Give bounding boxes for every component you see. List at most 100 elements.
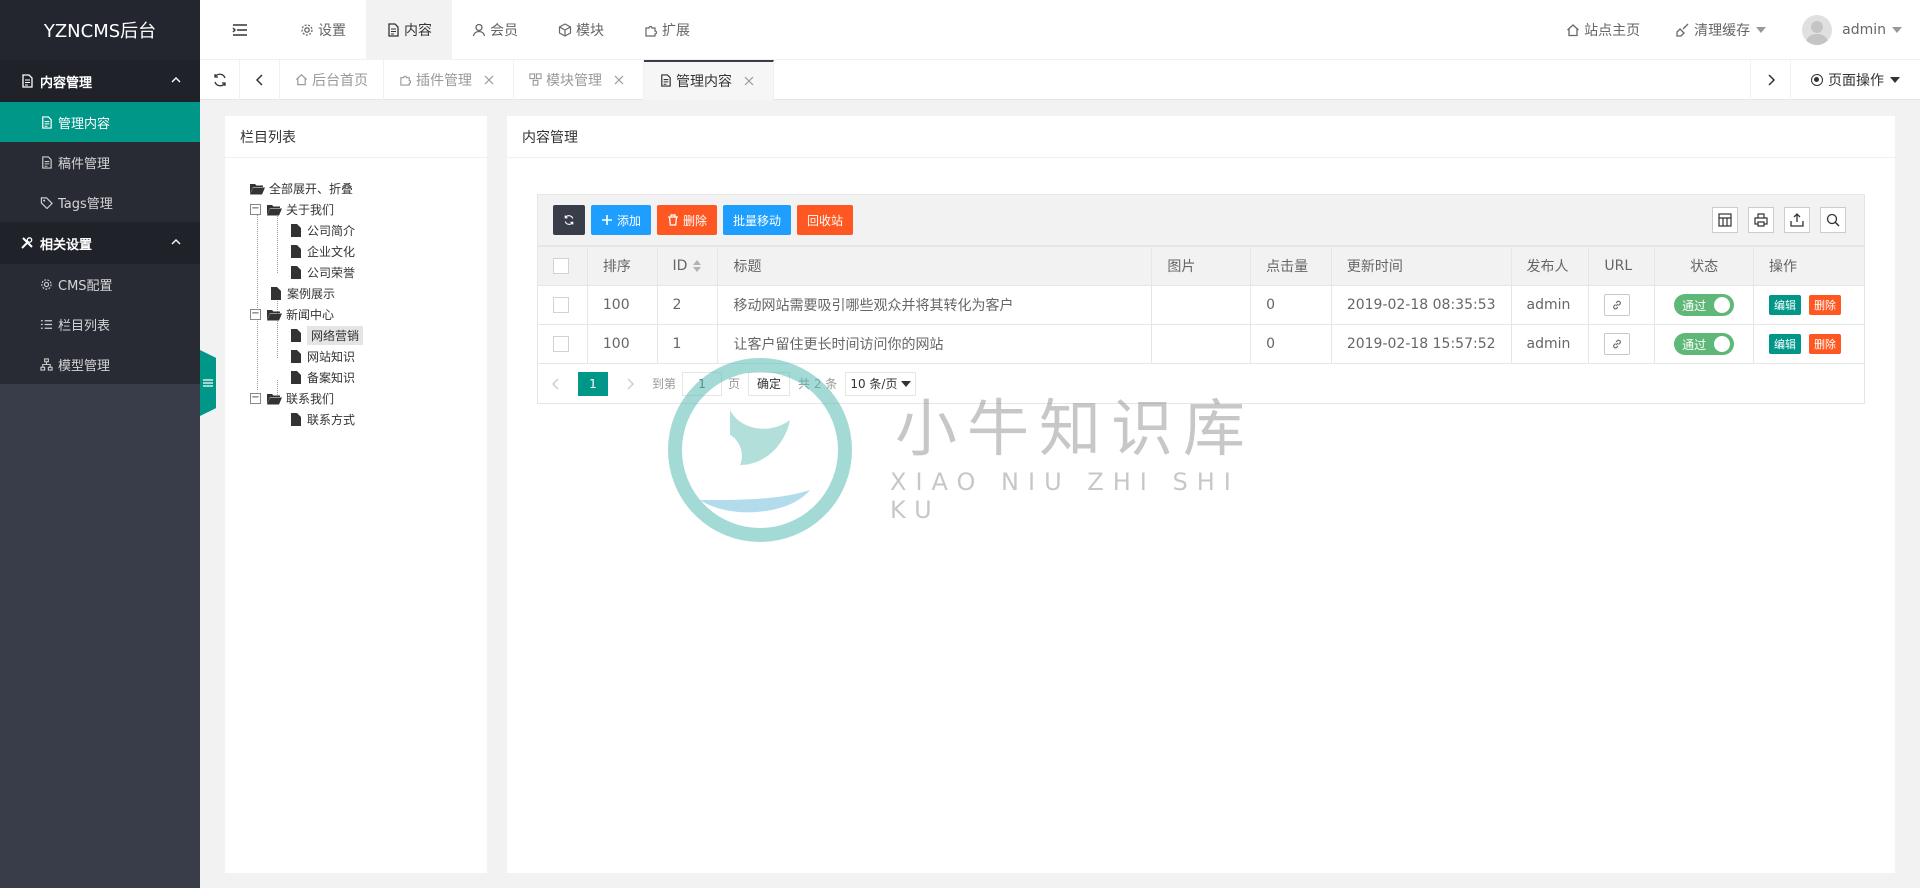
url-link-button[interactable] xyxy=(1604,333,1631,355)
column-header-id[interactable]: ID xyxy=(656,246,719,286)
page-input[interactable]: 1 xyxy=(682,371,723,396)
broom-icon xyxy=(1676,23,1690,37)
top-header: 设置 内容 会员 模块 扩展 站点主页 清理缓存 admin xyxy=(200,0,1920,60)
file-icon xyxy=(290,266,302,279)
target-icon xyxy=(1811,73,1823,86)
export-button[interactable] xyxy=(1784,207,1810,233)
close-icon[interactable] xyxy=(744,76,754,86)
topnav-extensions[interactable]: 扩展 xyxy=(624,0,710,60)
sidebar-item-manuscripts[interactable]: 稿件管理 xyxy=(0,142,200,182)
tree-leaf-selected[interactable]: 网络营销 xyxy=(250,325,487,346)
tab-manage-content[interactable]: 管理内容 xyxy=(644,59,774,100)
url-link-button[interactable] xyxy=(1604,294,1631,316)
tree-leaf[interactable]: 公司荣誉 xyxy=(250,262,487,283)
tree-collapse-toggle[interactable]: − xyxy=(250,204,261,215)
topnav-label: 设置 xyxy=(318,22,346,39)
sidebar-item-tags[interactable]: Tags管理 xyxy=(0,182,200,222)
trash-icon xyxy=(667,214,679,226)
prev-page-icon[interactable] xyxy=(548,376,564,392)
tree-label: 关于我们 xyxy=(286,203,335,217)
page-size-select[interactable]: 10 条/页 xyxy=(845,371,917,396)
tree-leaf[interactable]: 联系方式 xyxy=(250,409,487,430)
menu-group-settings[interactable]: 相关设置 xyxy=(0,222,200,264)
gear-icon xyxy=(40,278,53,291)
sidebar-item-cms-config[interactable]: CMS配置 xyxy=(0,264,200,304)
status-toggle[interactable]: 通过 xyxy=(1674,333,1735,355)
topnav-members[interactable]: 会员 xyxy=(452,0,538,60)
menu-toggle-button[interactable] xyxy=(200,0,280,60)
file-icon xyxy=(290,413,302,426)
sidebar-item-manage-content[interactable]: 管理内容 xyxy=(0,102,200,142)
refresh-button[interactable] xyxy=(200,59,240,100)
tab-plugins[interactable]: 插件管理 xyxy=(384,59,514,100)
edit-button[interactable]: 编辑 xyxy=(1769,295,1801,315)
close-icon[interactable] xyxy=(614,75,624,85)
plus-icon xyxy=(601,214,613,226)
sidebar-item-category-list[interactable]: 栏目列表 xyxy=(0,304,200,344)
tree-leaf[interactable]: 网站知识 xyxy=(250,346,487,367)
sidebar-item-label: Tags管理 xyxy=(58,196,113,212)
page-operations-label: 页面操作 xyxy=(1828,72,1884,89)
tab-bar-right: 页面操作 xyxy=(1750,59,1920,100)
status-toggle[interactable]: 通过 xyxy=(1674,294,1735,316)
add-button[interactable]: 添加 xyxy=(591,205,652,235)
file-icon xyxy=(270,287,282,300)
tree-leaf[interactable]: 备案知识 xyxy=(250,367,487,388)
app-logo[interactable]: YZNCMS后台 xyxy=(0,0,200,60)
tab-label: 后台首页 xyxy=(312,72,368,89)
header-right: 站点主页 清理缓存 admin xyxy=(1548,0,1920,60)
delete-label: 删除 xyxy=(683,213,708,228)
tree-leaf[interactable]: 公司简介 xyxy=(250,220,487,241)
row-delete-button[interactable]: 删除 xyxy=(1809,334,1841,354)
cell-order[interactable]: 100 xyxy=(586,324,658,364)
tabs-scroll-right-button[interactable] xyxy=(1750,59,1790,100)
topnav-label: 内容 xyxy=(404,22,432,39)
site-home-link[interactable]: 站点主页 xyxy=(1548,20,1658,40)
delete-button[interactable]: 删除 xyxy=(657,205,718,235)
column-header-label: ID xyxy=(672,258,688,274)
search-button[interactable] xyxy=(1820,207,1846,233)
reload-button[interactable] xyxy=(553,205,585,235)
menu-group-content[interactable]: 内容管理 xyxy=(0,60,200,102)
current-page[interactable]: 1 xyxy=(578,371,608,396)
tree-node-contact[interactable]: − 联系我们 xyxy=(250,388,487,409)
next-page-icon[interactable] xyxy=(622,376,638,392)
recycle-bin-button[interactable]: 回收站 xyxy=(797,205,854,235)
sidebar-collapse-toggle[interactable] xyxy=(200,350,216,416)
clear-cache-menu[interactable]: 清理缓存 xyxy=(1658,20,1784,40)
goto-confirm-button[interactable]: 确定 xyxy=(748,371,791,396)
tree-leaf[interactable]: 企业文化 xyxy=(250,241,487,262)
tree-node-cases[interactable]: 案例展示 xyxy=(250,283,487,304)
tree-toggle-all[interactable]: 全部展开、折叠 xyxy=(250,178,487,199)
column-header: 排序 xyxy=(586,246,658,286)
puzzle-icon xyxy=(644,23,658,37)
tree-node-news[interactable]: − 新闻中心 xyxy=(250,304,487,325)
tree-collapse-toggle[interactable]: − xyxy=(250,393,261,404)
tab-modules[interactable]: 模块管理 xyxy=(514,59,644,100)
print-button[interactable] xyxy=(1748,207,1774,233)
table-row: 100 2 移动网站需要吸引哪些观众并将其转化为客户 0 2019-02-18 … xyxy=(537,285,1865,325)
sidebar-subgroup-content: 稿件管理 Tags管理 xyxy=(0,142,200,222)
column-filter-button[interactable] xyxy=(1712,207,1738,233)
row-checkbox[interactable] xyxy=(553,336,569,352)
topnav-modules[interactable]: 模块 xyxy=(538,0,624,60)
cell-order[interactable]: 100 xyxy=(586,285,658,325)
batch-move-button[interactable]: 批量移动 xyxy=(723,205,792,235)
cell-hits: 0 xyxy=(1250,324,1332,364)
home-icon xyxy=(295,73,308,86)
row-checkbox[interactable] xyxy=(553,297,569,313)
tabs-scroll-left-button[interactable] xyxy=(240,59,280,100)
caret-down-icon xyxy=(901,380,912,387)
user-menu[interactable]: admin xyxy=(1784,14,1920,45)
tree-node-about[interactable]: − 关于我们 xyxy=(250,199,487,220)
topnav-settings[interactable]: 设置 xyxy=(280,0,366,60)
page-operations-menu[interactable]: 页面操作 xyxy=(1790,59,1920,100)
select-all-checkbox[interactable] xyxy=(553,258,569,274)
edit-button[interactable]: 编辑 xyxy=(1769,334,1801,354)
tab-dashboard[interactable]: 后台首页 xyxy=(280,59,384,100)
row-delete-button[interactable]: 删除 xyxy=(1809,295,1841,315)
sidebar-item-model-manage[interactable]: 模型管理 xyxy=(0,344,200,384)
tree-collapse-toggle[interactable]: − xyxy=(250,309,261,320)
close-icon[interactable] xyxy=(484,75,494,85)
topnav-content[interactable]: 内容 xyxy=(366,0,452,60)
